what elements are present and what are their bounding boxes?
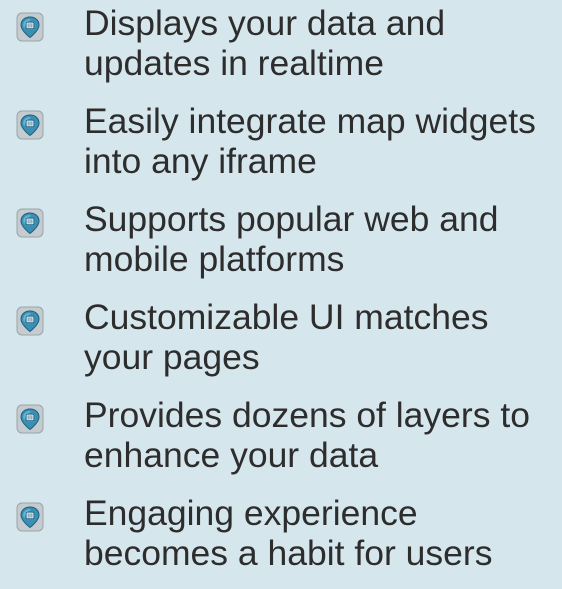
list-item: Supports popular web and mobile platform… <box>0 196 562 292</box>
map-pin-icon <box>16 12 44 42</box>
map-pin-icon <box>16 110 44 140</box>
feature-text: Engaging experience becomes a habit for … <box>84 493 493 573</box>
list-item: Engaging experience becomes a habit for … <box>0 490 562 586</box>
list-item: Provides dozens of layers to enhance you… <box>0 392 562 488</box>
map-pin-icon <box>16 208 44 238</box>
list-item: Easily integrate map widgets into any if… <box>0 98 562 194</box>
list-item: Displays your data and updates in realti… <box>0 0 562 96</box>
feature-text: Customizable UI matches your pages <box>84 297 489 377</box>
feature-text: Easily integrate map widgets into any if… <box>84 101 536 181</box>
map-pin-icon <box>16 502 44 532</box>
map-pin-icon <box>16 306 44 336</box>
map-pin-icon <box>16 404 44 434</box>
feature-text: Displays your data and updates in realti… <box>84 3 446 83</box>
list-item: Customizable UI matches your pages <box>0 294 562 390</box>
feature-list: Displays your data and updates in realti… <box>0 0 562 589</box>
feature-text: Supports popular web and mobile platform… <box>84 199 499 279</box>
feature-text: Provides dozens of layers to enhance you… <box>84 395 530 475</box>
